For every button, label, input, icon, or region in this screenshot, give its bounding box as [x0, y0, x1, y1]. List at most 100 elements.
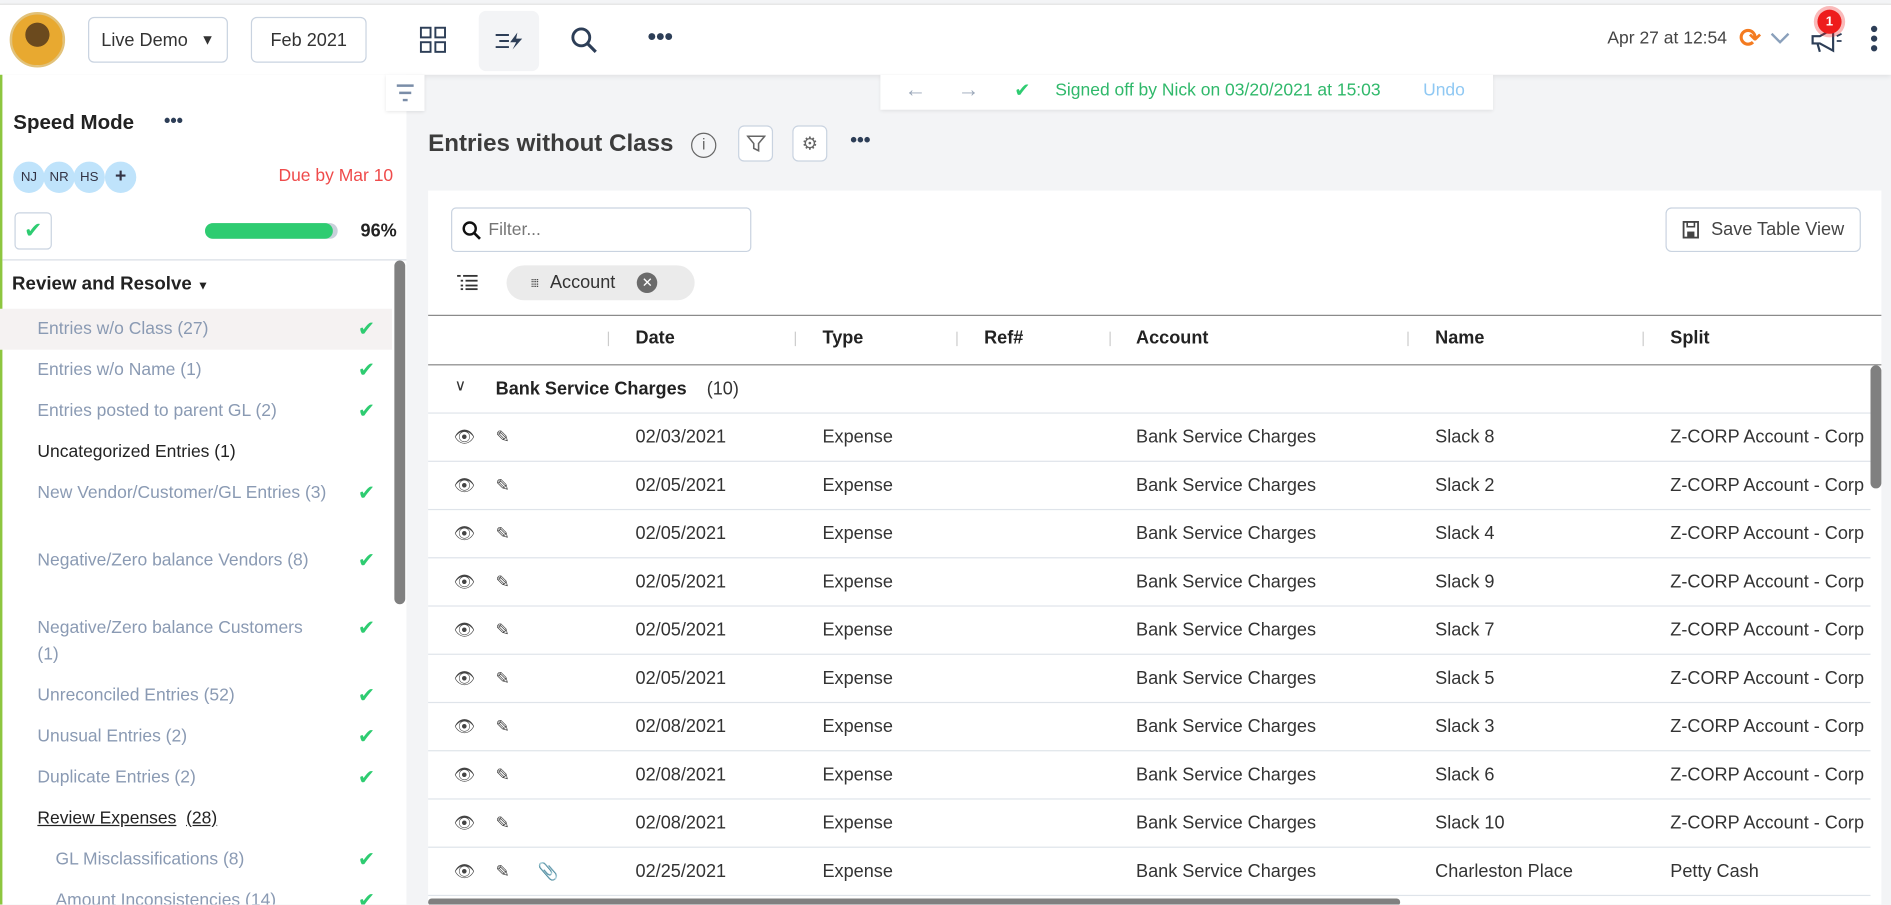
- edit-icon[interactable]: ✎: [496, 572, 510, 593]
- search-icon[interactable]: [569, 25, 598, 60]
- column-header-name[interactable]: Name: [1435, 328, 1484, 349]
- sidebar-item[interactable]: Uncategorized Entries (1): [0, 432, 392, 473]
- filter-input-wrapper[interactable]: [451, 207, 751, 252]
- info-icon[interactable]: i: [691, 133, 716, 158]
- edit-icon[interactable]: ✎: [496, 668, 510, 689]
- sidebar-item[interactable]: New Vendor/Customer/GL Entries (3)✔: [0, 473, 392, 541]
- sidebar-item[interactable]: Unusual Entries (2)✔: [0, 716, 392, 757]
- sign-off-checkbox[interactable]: ✔: [14, 212, 51, 249]
- filter-button[interactable]: [738, 125, 773, 161]
- assignee-avatar[interactable]: NJ: [13, 162, 44, 193]
- sidebar-item-label: Entries posted to parent GL (2): [37, 398, 326, 425]
- speed-mode-button[interactable]: [479, 11, 539, 71]
- settings-button[interactable]: ⚙: [792, 125, 827, 161]
- view-eye-icon[interactable]: 👁: [453, 572, 474, 593]
- edit-icon[interactable]: ✎: [496, 765, 510, 786]
- funnel-icon: [746, 134, 765, 153]
- view-eye-icon[interactable]: 👁: [453, 716, 474, 737]
- collapse-sidebar-button[interactable]: [386, 75, 425, 111]
- assignee-avatar[interactable]: HS: [74, 162, 105, 193]
- group-row[interactable]: ∨ Bank Service Charges (10): [428, 365, 1870, 413]
- table-row[interactable]: 👁 ✎ 02/05/2021 Expense Bank Service Char…: [428, 655, 1870, 703]
- column-header-account[interactable]: Account: [1136, 328, 1208, 349]
- cell-date: 02/03/2021: [636, 427, 727, 448]
- remove-chip-icon[interactable]: ✕: [637, 273, 658, 294]
- section-review-and-resolve[interactable]: Review and Resolve ▼: [12, 274, 209, 296]
- cell-name: Slack 7: [1435, 620, 1494, 641]
- sidebar-subitem[interactable]: GL Misclassifications (8)✔: [0, 839, 392, 880]
- sync-icon[interactable]: ⟳: [1739, 23, 1761, 54]
- edit-icon[interactable]: ✎: [496, 475, 510, 496]
- edit-icon[interactable]: ✎: [496, 427, 510, 448]
- filter-input[interactable]: [488, 220, 741, 239]
- cell-split: Z-CORP Account - Corp: [1670, 475, 1870, 496]
- sidebar-item-label: Negative/Zero balance Vendors (8): [37, 548, 326, 575]
- column-header-date[interactable]: Date: [636, 328, 675, 349]
- kebab-menu-icon[interactable]: [1869, 24, 1879, 59]
- table-row[interactable]: 👁 ✎ 📎 02/25/2021 Expense Bank Service Ch…: [428, 848, 1870, 896]
- sidebar-item[interactable]: Duplicate Entries (2)✔: [0, 757, 392, 798]
- company-avatar[interactable]: [10, 12, 65, 67]
- forward-arrow-icon[interactable]: →: [958, 77, 980, 102]
- table-row[interactable]: 👁 ✎ 02/08/2021 Expense Bank Service Char…: [428, 800, 1870, 848]
- sidebar-scrollbar[interactable]: [394, 260, 405, 604]
- sidebar-item-label: Unusual Entries (2): [37, 724, 326, 751]
- sidebar-item[interactable]: Negative/Zero balance Customers (1)✔: [0, 608, 392, 676]
- view-eye-icon[interactable]: 👁: [453, 427, 474, 448]
- paperclip-icon[interactable]: 📎: [538, 861, 559, 882]
- sidebar-title: Speed Mode: [13, 111, 134, 135]
- table-row[interactable]: 👁 ✎ 02/05/2021 Expense Bank Service Char…: [428, 462, 1870, 510]
- more-icon[interactable]: •••: [648, 24, 673, 52]
- view-eye-icon[interactable]: 👁: [453, 668, 474, 689]
- table-row[interactable]: 👁 ✎ 02/05/2021 Expense Bank Service Char…: [428, 558, 1870, 606]
- view-eye-icon[interactable]: 👁: [453, 861, 474, 882]
- edit-icon[interactable]: ✎: [496, 813, 510, 834]
- view-eye-icon[interactable]: 👁: [453, 765, 474, 786]
- view-eye-icon[interactable]: 👁: [453, 620, 474, 641]
- collapse-chevron-icon[interactable]: ∨: [455, 376, 466, 395]
- table-row[interactable]: 👁 ✎ 02/08/2021 Expense Bank Service Char…: [428, 703, 1870, 751]
- check-icon: ✔: [1014, 78, 1030, 102]
- title-more-icon[interactable]: •••: [850, 130, 870, 152]
- view-eye-icon[interactable]: 👁: [453, 523, 474, 544]
- assignee-avatar[interactable]: NR: [43, 162, 74, 193]
- period-button[interactable]: Feb 2021: [251, 17, 367, 63]
- grid-icon[interactable]: [420, 27, 449, 54]
- view-eye-icon[interactable]: 👁: [453, 475, 474, 496]
- sidebar-item[interactable]: Unreconciled Entries (52)✔: [0, 675, 392, 716]
- edit-icon[interactable]: ✎: [496, 523, 510, 544]
- table-row[interactable]: 👁 ✎ 02/05/2021 Expense Bank Service Char…: [428, 607, 1870, 655]
- sidebar-item[interactable]: Entries posted to parent GL (2) ✔: [0, 391, 392, 432]
- edit-icon[interactable]: ✎: [496, 620, 510, 641]
- edit-icon[interactable]: ✎: [496, 861, 510, 882]
- column-header-ref[interactable]: Ref#: [984, 328, 1023, 349]
- sidebar-more-icon[interactable]: •••: [164, 111, 183, 132]
- column-header-type[interactable]: Type: [822, 328, 863, 349]
- table-row[interactable]: 👁 ✎ 02/03/2021 Expense Bank Service Char…: [428, 414, 1870, 462]
- sidebar-item[interactable]: Negative/Zero balance Vendors (8)✔: [0, 540, 392, 608]
- sidebar-item[interactable]: Entries w/o Class (27)✔: [0, 309, 392, 350]
- company-label: Live Demo: [101, 30, 187, 51]
- table-vertical-scrollbar[interactable]: [1871, 365, 1882, 488]
- table-row[interactable]: 👁 ✎ 02/05/2021 Expense Bank Service Char…: [428, 510, 1870, 558]
- add-assignee-button[interactable]: +: [105, 162, 136, 193]
- view-eye-icon[interactable]: 👁: [453, 813, 474, 834]
- sidebar-subsection[interactable]: Review Expenses (28): [0, 798, 392, 839]
- back-arrow-icon[interactable]: ←: [905, 77, 927, 102]
- cell-account: Bank Service Charges: [1136, 475, 1316, 496]
- group-chip-label: Account: [550, 273, 615, 294]
- company-dropdown[interactable]: Live Demo▼: [88, 17, 228, 63]
- undo-link[interactable]: Undo: [1423, 81, 1465, 100]
- group-chip-account[interactable]: ⁞⁞⁞⁞ Account ✕: [507, 265, 695, 300]
- cell-split: Petty Cash: [1670, 861, 1870, 882]
- table-row[interactable]: 👁 ✎ 02/08/2021 Expense Bank Service Char…: [428, 751, 1870, 799]
- drag-handle-icon[interactable]: ⁞⁞⁞⁞: [531, 277, 538, 289]
- chevron-down-icon[interactable]: [1769, 30, 1791, 52]
- sidebar-subitem[interactable]: Amount Inconsistencies (14)✔: [0, 880, 392, 904]
- group-by-icon[interactable]: [457, 274, 479, 297]
- save-table-view-button[interactable]: Save Table View: [1665, 207, 1860, 252]
- check-icon: ✔: [358, 398, 375, 425]
- edit-icon[interactable]: ✎: [496, 716, 510, 737]
- column-header-split[interactable]: Split: [1670, 328, 1709, 349]
- sidebar-item[interactable]: Entries w/o Name (1)✔: [0, 350, 392, 391]
